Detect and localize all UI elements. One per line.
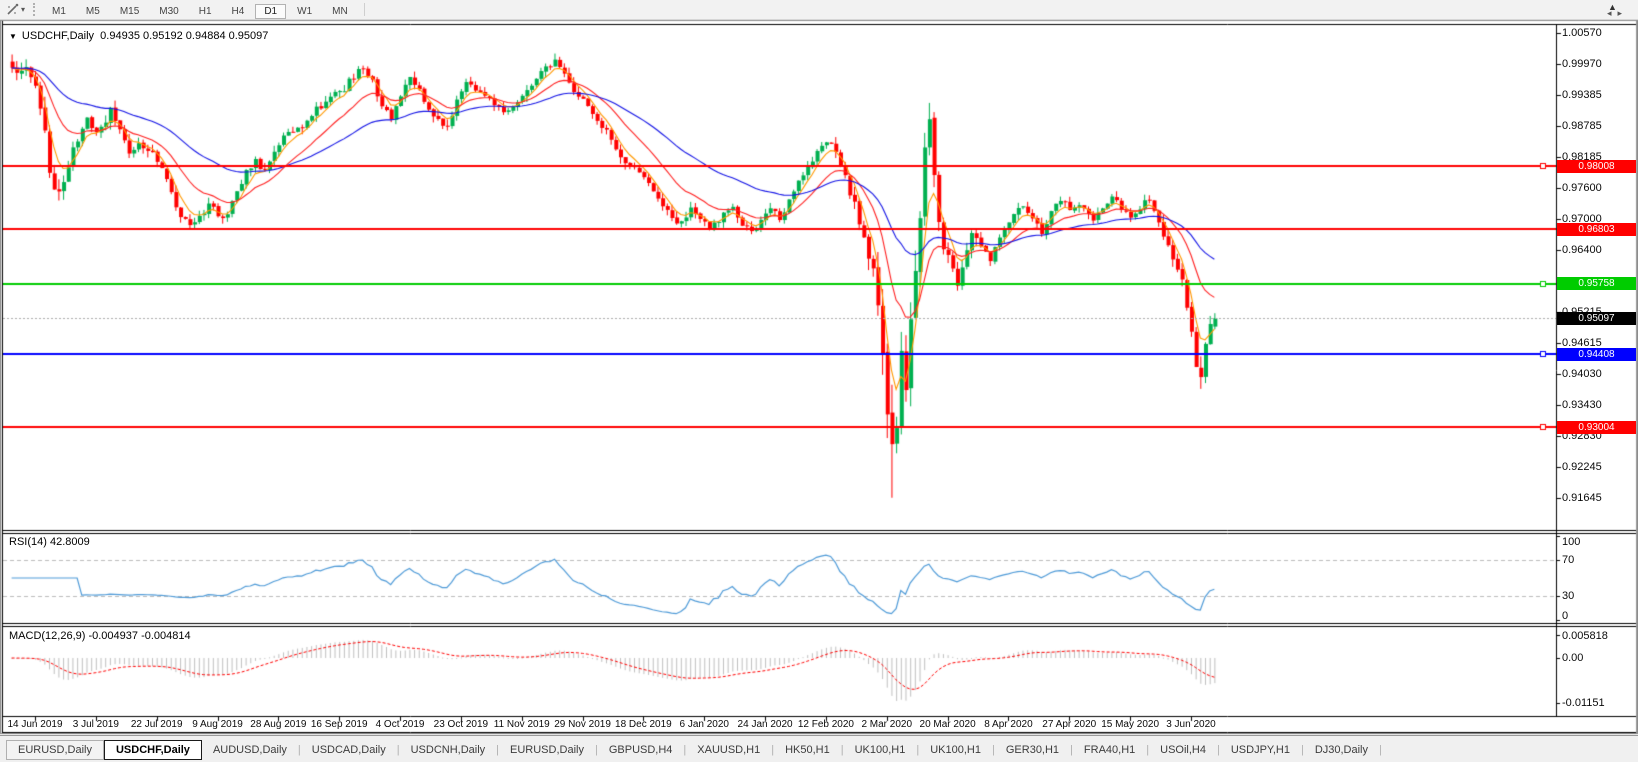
terminal-window: ▾ M1 M5 M15 M30 H1 H4 D1 W1 MN ▲ ▼ USDCHF,Daily 0…: [0, 0, 1638, 762]
date-axis-label: 4 Oct 2019: [375, 719, 425, 730]
macd-axis-label: -0.01151: [1562, 697, 1605, 710]
chart-ohlc-values: 0.94935 0.95192 0.94884 0.95097: [100, 30, 269, 42]
date-axis-label: 15 May 2020: [1101, 719, 1160, 730]
timeframe-button-mn[interactable]: MN: [323, 4, 357, 19]
timeframe-buttons: M1 M5 M15 M30 H1 H4 D1 W1 MN: [42, 1, 358, 19]
chart-tab-eurusd-daily[interactable]: EURUSD,Daily: [499, 741, 595, 759]
tab-scroll-right-icon[interactable]: ▸: [1617, 8, 1628, 18]
cursor-tool-dropdown-icon[interactable]: ▾: [21, 5, 25, 14]
timeframe-button-d1[interactable]: D1: [255, 3, 287, 19]
chart-tab-xauusd-h1[interactable]: XAUUSD,H1: [686, 741, 771, 759]
chart-tab-dj30-daily[interactable]: DJ30,Daily: [1304, 741, 1379, 759]
current-price-badge: 0.95097: [1557, 311, 1636, 325]
rsi-axis-label: 70: [1562, 554, 1575, 567]
tab-scroll-left-icon[interactable]: ◂: [1607, 8, 1618, 18]
date-axis-label: 9 Aug 2019: [192, 719, 243, 730]
chart-tab-usoil-h4[interactable]: USOil,H4: [1149, 741, 1217, 759]
date-axis-label: 18 Dec 2019: [615, 719, 672, 730]
date-axis-label: 22 Jul 2019: [130, 719, 183, 730]
price-line-badge[interactable]: 0.94408: [1557, 347, 1636, 361]
chart-symbol-label: USDCHF,Daily: [21, 30, 95, 42]
price-line-badge[interactable]: 0.96803: [1557, 222, 1636, 236]
date-axis-label: 23 Oct 2019: [433, 719, 489, 730]
rsi-indicator-label: RSI(14) 42.8009: [9, 536, 90, 548]
date-axis-label: 29 Nov 2019: [554, 719, 611, 730]
chart-tab-uk100-h1[interactable]: UK100,H1: [919, 741, 992, 759]
date-axis-label: 27 Apr 2020: [1042, 719, 1097, 730]
date-axis-label: 16 Sep 2019: [310, 719, 368, 730]
chart-tab-ger30-h1[interactable]: GER30,H1: [995, 741, 1070, 759]
price-line-badge[interactable]: 0.98008: [1557, 159, 1636, 173]
timeframe-button-h1[interactable]: H1: [190, 4, 221, 19]
timeframe-button-w1[interactable]: W1: [288, 4, 321, 19]
chart-tab-hk50-h1[interactable]: HK50,H1: [774, 741, 841, 759]
date-axis-label: 12 Feb 2020: [797, 719, 854, 730]
price-axis-label: 0.93430: [1562, 399, 1602, 411]
price-axis-label: 0.97600: [1562, 181, 1602, 194]
macd-indicator-label: MACD(12,26,9) -0.004937 -0.004814: [9, 630, 191, 642]
price-axis-label: 0.98785: [1562, 120, 1602, 132]
date-axis-label: 6 Jan 2020: [679, 719, 729, 730]
macd-axis-label: 0.00: [1562, 652, 1584, 664]
timeframe-button-m1[interactable]: M1: [43, 4, 75, 19]
macd-axis-label: 0.005818: [1562, 630, 1608, 642]
date-axis-label: 11 Nov 2019: [493, 719, 550, 730]
timeframe-button-h4[interactable]: H4: [223, 4, 254, 19]
chart-tab-audusd-daily[interactable]: AUDUSD,Daily: [202, 741, 298, 759]
date-axis-label: 14 Jun 2019: [7, 719, 63, 730]
toolbar-separator: [363, 3, 365, 16]
price-axis-label: 0.92245: [1562, 460, 1602, 473]
chart-title: ▼ USDCHF,Daily 0.94935 0.95192 0.94884 0.…: [9, 30, 268, 42]
chart-tab-usdjpy-h1[interactable]: USDJPY,H1: [1220, 741, 1301, 759]
date-axis-label: 28 Aug 2019: [250, 719, 307, 730]
timeframe-button-m5[interactable]: M5: [77, 4, 109, 19]
price-axis-label: 1.00570: [1562, 27, 1602, 39]
chart-tab-uk100-h1[interactable]: UK100,H1: [844, 741, 917, 759]
date-axis-label: 3 Jul 2019: [72, 719, 119, 730]
rsi-axis-label: 0: [1562, 610, 1569, 622]
price-axis-label: 0.99385: [1562, 88, 1602, 101]
chart-tab-eurusd-daily[interactable]: EURUSD,Daily: [6, 740, 104, 760]
price-axis-label: 0.96400: [1562, 244, 1602, 257]
rsi-axis-label: 100: [1562, 536, 1581, 548]
date-axis-label: 3 Jun 2020: [1166, 719, 1216, 730]
price-line-badge[interactable]: 0.93004: [1557, 420, 1636, 434]
chart-tab-fra40-h1[interactable]: FRA40,H1: [1073, 741, 1146, 759]
date-axis-label: 2 Mar 2020: [861, 719, 913, 730]
price-axis-label: 0.91645: [1562, 492, 1602, 504]
chart-tab-bar: EURUSD,Daily USDCHF,Daily AUDUSD,Daily | USD…: [0, 735, 1638, 762]
cursor-tool-icon[interactable]: [4, 2, 20, 17]
date-axis-label: 24 Jan 2020: [737, 719, 793, 730]
tab-separator: |: [1379, 744, 1382, 756]
chart-tab-usdcnh-daily[interactable]: USDCNH,Daily: [400, 741, 497, 759]
symbol-dropdown-icon[interactable]: ▼: [9, 32, 17, 41]
timeframe-toolbar: ▾ M1 M5 M15 M30 H1 H4 D1 W1 MN: [0, 0, 1638, 20]
chart-canvas[interactable]: [0, 0, 1638, 762]
date-axis-label: 20 Mar 2020: [919, 719, 976, 730]
date-axis-label: 8 Apr 2020: [984, 719, 1033, 730]
chart-tab-usdcad-daily[interactable]: USDCAD,Daily: [301, 741, 397, 759]
price-line-badge[interactable]: 0.95758: [1557, 277, 1636, 291]
toolbar-gripper: [33, 3, 36, 16]
timeframe-button-m15[interactable]: M15: [111, 4, 148, 19]
price-axis-label: 0.94030: [1562, 367, 1602, 380]
chart-tab-gbpusd-h4[interactable]: GBPUSD,H4: [598, 741, 684, 759]
chart-tabs: EURUSD,Daily USDCHF,Daily AUDUSD,Daily | USD…: [0, 739, 1382, 760]
timeframe-button-m30[interactable]: M30: [150, 4, 187, 19]
chart-tab-usdchf-daily[interactable]: USDCHF,Daily: [103, 740, 202, 760]
price-axis-label: 0.99970: [1562, 58, 1602, 71]
tab-scroll-arrows[interactable]: ◂▸: [1607, 8, 1628, 19]
rsi-axis-label: 30: [1562, 589, 1575, 602]
